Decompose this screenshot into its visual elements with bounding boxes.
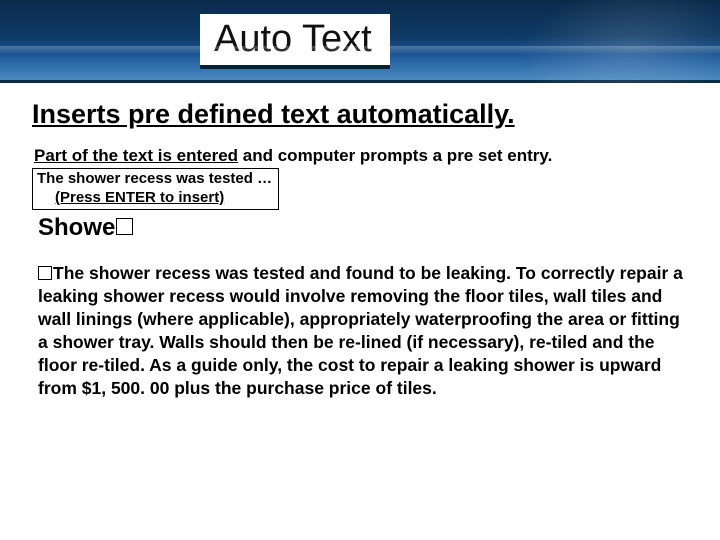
autotext-tooltip: The shower recess was tested … (Press EN…	[32, 168, 279, 210]
prompt-line-rest: and computer prompts a pre set entry.	[238, 146, 552, 165]
bullet-box-icon	[38, 266, 52, 280]
typed-text-row: Showe	[38, 214, 688, 242]
expanded-paragraph: The shower recess was tested and found t…	[32, 262, 688, 401]
prompt-line-underlined: Part of the text is entered	[34, 146, 238, 165]
slide-banner: Auto Text	[0, 0, 720, 83]
title-bar: Auto Text	[200, 14, 390, 69]
typed-text: Showe	[38, 214, 115, 241]
title-wrap: Auto Text	[0, 14, 720, 69]
tooltip-line2: (Press ENTER to insert)	[37, 189, 272, 208]
prompt-line: Part of the text is entered and computer…	[34, 146, 688, 166]
paragraph-text: The shower recess was tested and found t…	[38, 263, 683, 398]
slide-title: Auto Text	[214, 18, 372, 60]
text-cursor-icon	[116, 218, 133, 235]
tooltip-line1: The shower recess was tested …	[37, 170, 272, 189]
